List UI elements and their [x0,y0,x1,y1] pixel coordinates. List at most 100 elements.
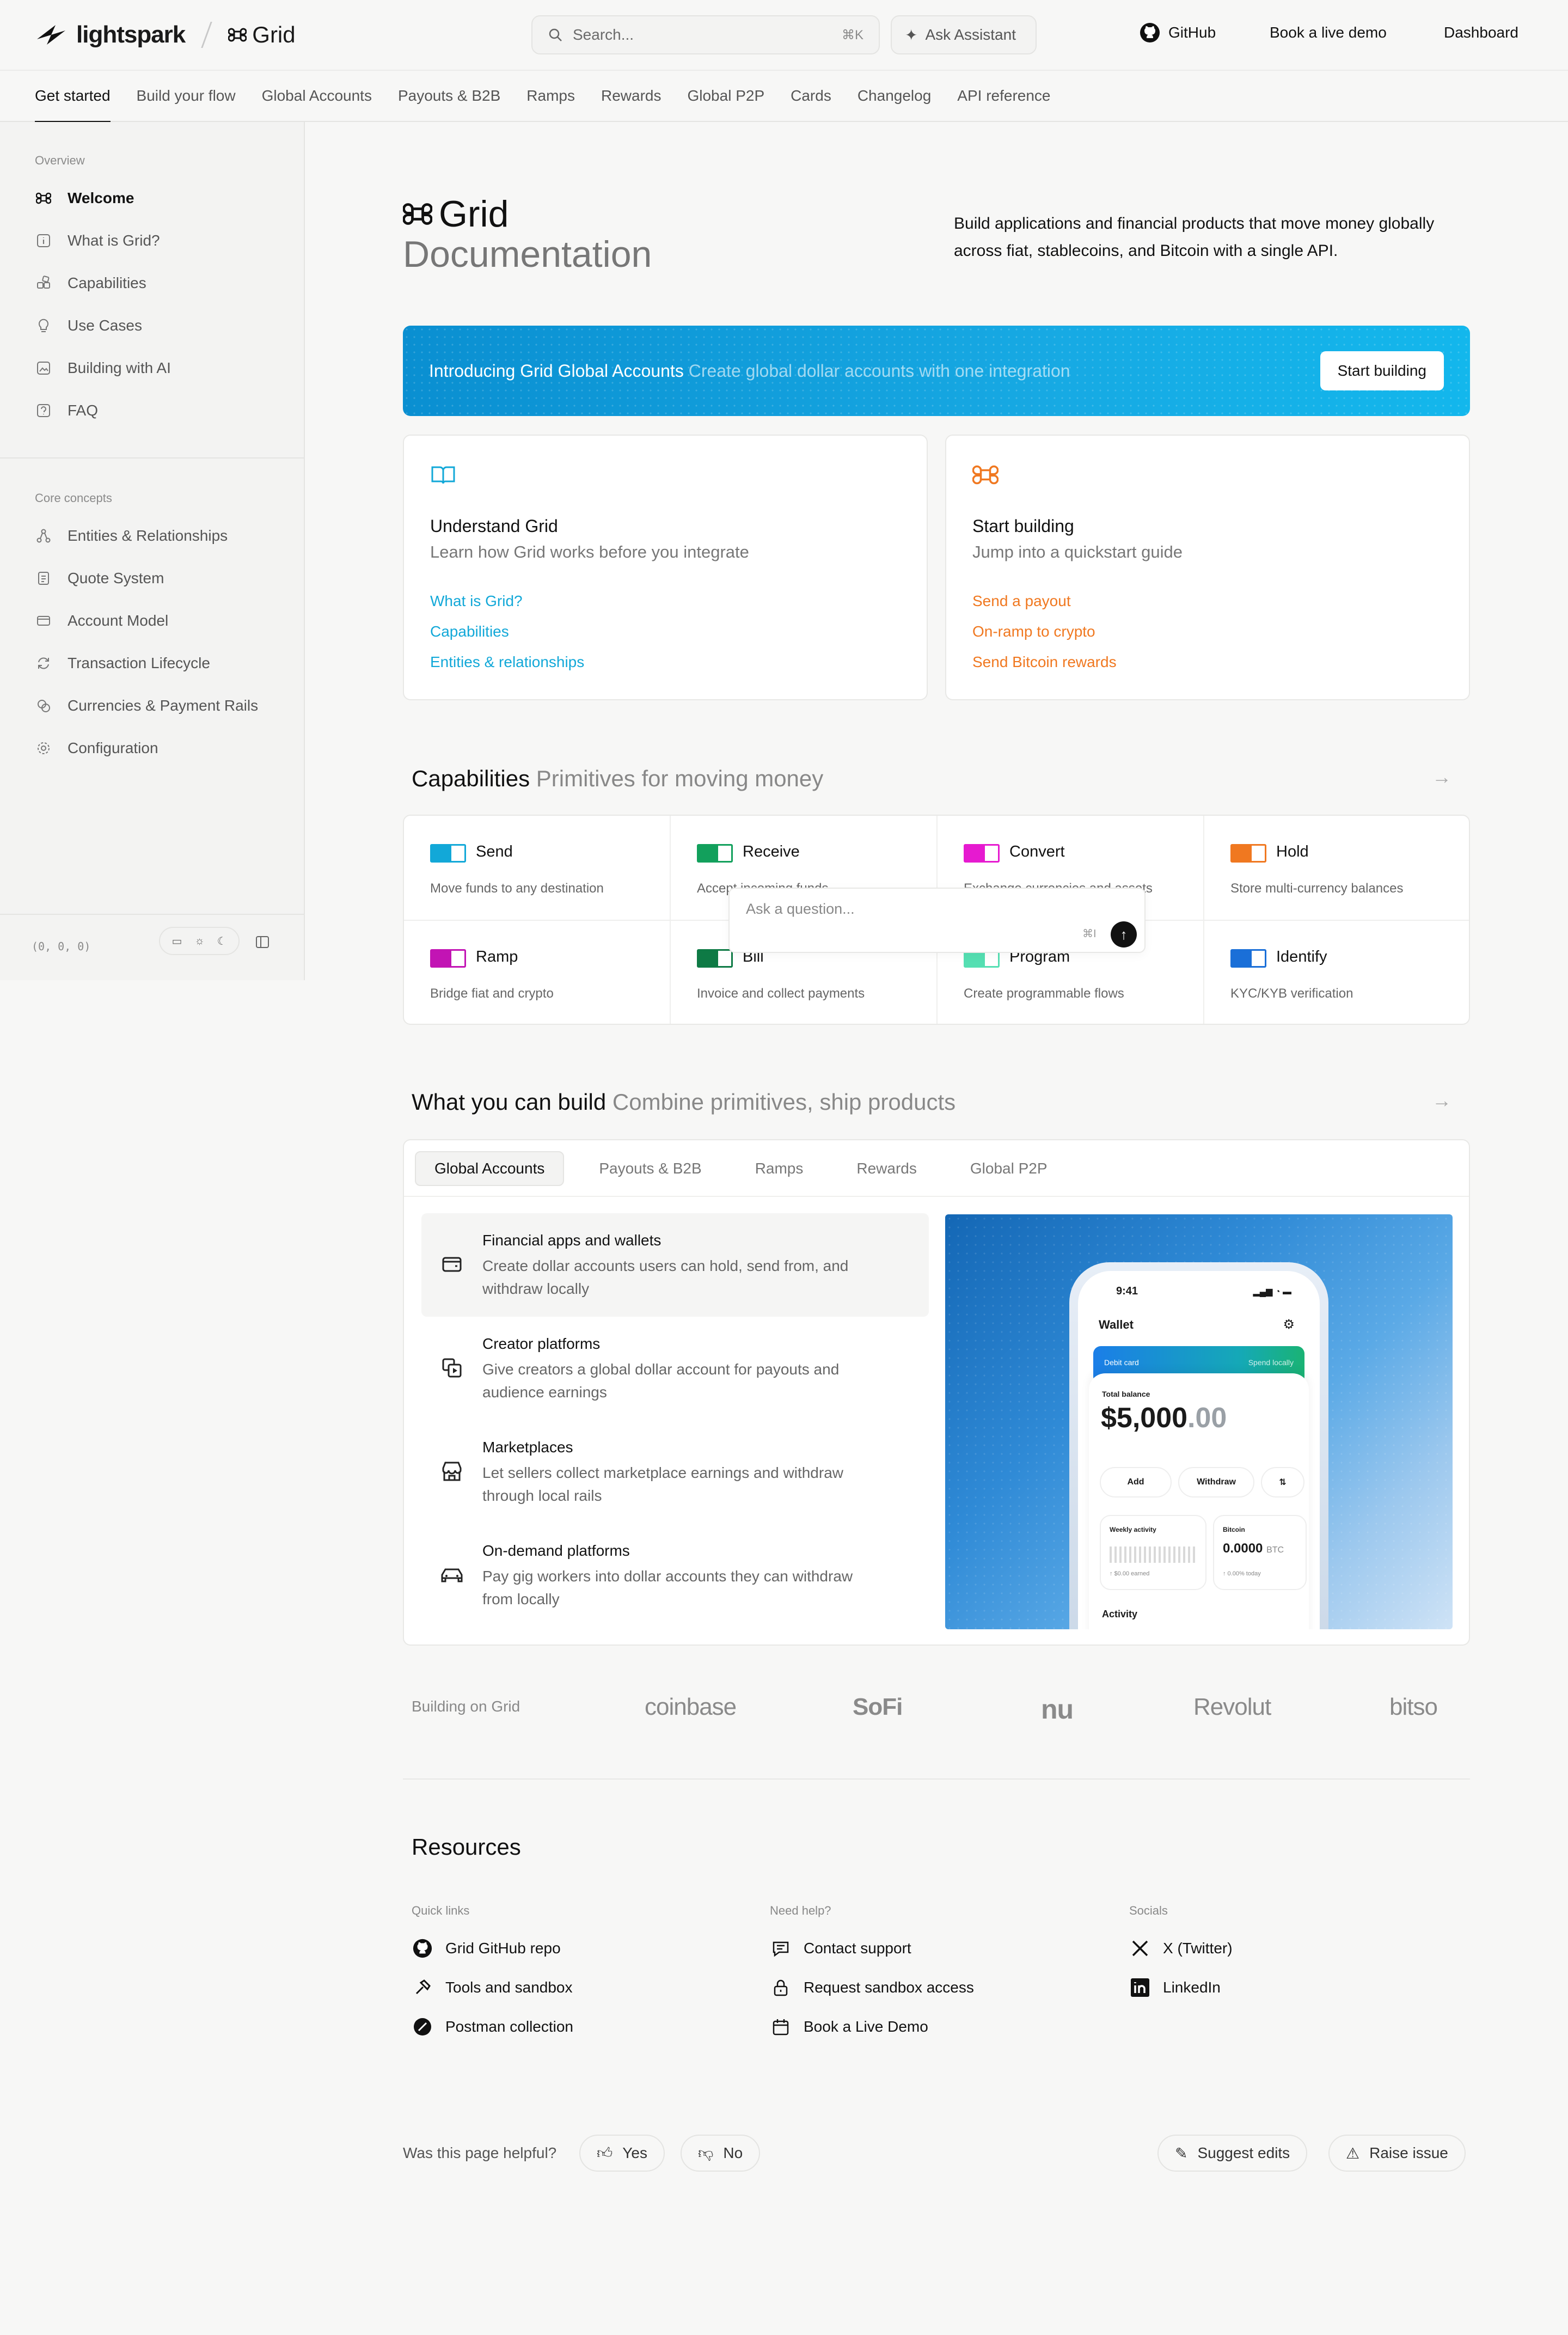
use-case-title: Marketplaces [482,1439,573,1456]
tab-build-your-flow[interactable]: Build your flow [137,70,236,122]
sandbox-access-link[interactable]: Request sandbox access [770,1977,974,1998]
send-arrow-icon[interactable]: ↑ [1111,921,1137,948]
search-input[interactable]: Search... ⌘K [531,15,880,54]
use-case-marketplaces[interactable]: Marketplaces Let sellers collect marketp… [421,1420,929,1524]
tab-api-reference[interactable]: API reference [957,70,1050,122]
link-send-payout[interactable]: Send a payout [972,592,1071,610]
ask-question-widget[interactable]: Ask a question... ⌘I ↑ [728,888,1146,953]
arrow-right-icon[interactable]: → [1432,766,1451,788]
capability-ramp[interactable]: Ramp Bridge fiat and crypto [404,921,671,1024]
tab-global-p2p[interactable]: Global P2P [687,70,764,122]
sidebar-item-welcome[interactable]: Welcome [35,190,134,207]
contact-support-link[interactable]: Contact support [770,1937,911,1959]
x-logo-icon [1129,1937,1151,1959]
sidebar-item-label: Entities & Relationships [68,527,228,544]
ask-assistant-button[interactable]: ✦ Ask Assistant [891,15,1037,54]
capability-desc: Move funds to any destination [430,881,604,896]
start-building-card: Start building Jump into a quickstart gu… [945,435,1470,700]
sidebar-item-building-with-ai[interactable]: Building with AI [35,359,171,377]
build-tab-global-p2p[interactable]: Global P2P [952,1152,1066,1185]
capability-swatch-icon [964,844,1000,863]
hero-description: Build applications and financial product… [954,215,1435,260]
build-tab-rewards[interactable]: Rewards [838,1152,935,1185]
build-tab-global-accounts[interactable]: Global Accounts [415,1151,565,1186]
lock-icon [770,1977,792,1998]
sidebar-item-quote-system[interactable]: Quote System [35,570,164,587]
sidebar-item-transaction-lifecycle[interactable]: Transaction Lifecycle [35,655,210,672]
phone-screen: 9:41 ▂▄▆ ◔ ▬ Wallet ⚙ Debit card Spend l… [1078,1271,1320,1629]
use-case-on-demand[interactable]: On-demand platforms Pay gig workers into… [421,1524,929,1627]
top-tabs: Get started Build your flow Global Accou… [0,70,1568,123]
linkedin-link[interactable]: LinkedIn [1129,1977,1221,1998]
capabilities-heading: Capabilities Primitives for moving money [412,766,823,792]
capability-desc: KYC/KYB verification [1230,986,1353,1001]
build-tab-payouts[interactable]: Payouts & B2B [580,1152,720,1185]
github-link[interactable]: GitHub [1139,22,1216,44]
link-label: Grid GitHub repo [445,1940,561,1957]
link-label: Contact support [804,1940,911,1957]
btc-value: 0.0000 BTC [1223,1541,1284,1556]
link-on-ramp[interactable]: On-ramp to crypto [972,623,1095,640]
capability-hold[interactable]: Hold Store multi-currency balances [1204,816,1469,921]
raise-issue-button[interactable]: ⚠ Raise issue [1328,2135,1466,2172]
grid-command-icon [228,28,247,42]
tab-ramps[interactable]: Ramps [526,70,575,122]
tab-rewards[interactable]: Rewards [601,70,661,122]
sidebar-item-account-model[interactable]: Account Model [35,612,168,629]
tab-changelog[interactable]: Changelog [857,70,931,122]
use-case-financial-apps[interactable]: Financial apps and wallets Create dollar… [421,1213,929,1317]
tab-get-started[interactable]: Get started [35,70,111,123]
sidebar-item-currencies[interactable]: Currencies & Payment Rails [35,697,258,714]
sidebar-item-configuration[interactable]: Configuration [35,739,158,757]
tools-sandbox-link[interactable]: Tools and sandbox [412,1977,573,1998]
link-bitcoin-rewards[interactable]: Send Bitcoin rewards [972,653,1117,671]
theme-switcher[interactable]: ▭ ☼ ☾ [159,927,240,955]
moon-icon[interactable]: ☾ [217,934,227,948]
capability-swatch-icon [697,949,733,968]
sidebar-collapse-button[interactable] [252,931,273,953]
feedback-question: Was this page helpful? [403,2144,557,2161]
link-entities-relationships[interactable]: Entities & relationships [430,653,584,671]
feedback-no-button[interactable]: 👎︎ No [681,2135,761,2172]
twitter-link[interactable]: X (Twitter) [1129,1937,1233,1959]
book-live-demo-link[interactable]: Book a Live Demo [770,2016,928,2038]
sun-icon[interactable]: ☼ [194,935,204,948]
sidebar: Overview Welcome What is Grid? Capabilit… [0,122,305,980]
arrow-right-icon[interactable]: → [1432,1089,1451,1112]
book-demo-link[interactable]: Book a live demo [1270,24,1387,41]
sidebar-item-use-cases[interactable]: Use Cases [35,317,142,334]
link-label: X (Twitter) [1163,1940,1233,1957]
github-repo-link[interactable]: Grid GitHub repo [412,1937,561,1959]
tab-cards[interactable]: Cards [791,70,831,122]
banner-start-building-button[interactable]: Start building [1320,351,1444,390]
sidebar-item-faq[interactable]: FAQ [35,402,98,419]
postman-link[interactable]: Postman collection [412,2016,573,2038]
tab-payouts-b2b[interactable]: Payouts & B2B [398,70,500,122]
link-capabilities[interactable]: Capabilities [430,623,509,640]
capability-name: Receive [743,843,800,860]
yes-label: Yes [622,2144,647,2161]
capability-identify[interactable]: Identify KYC/KYB verification [1204,921,1469,1024]
feedback-yes-button[interactable]: 👍︎ Yes [579,2135,665,2172]
weekly-label: Weekly activity [1110,1526,1156,1533]
suggest-edits-button[interactable]: ✎ Suggest edits [1157,2135,1308,2172]
sidebar-item-entities[interactable]: Entities & Relationships [35,527,228,545]
partner-logos: Building on Grid coinbase SoFi nu Revolu… [412,1694,1470,1725]
capability-send[interactable]: Send Move funds to any destination [404,816,671,921]
sidebar-item-what-is-grid[interactable]: What is Grid? [35,232,160,249]
capability-name: Identify [1276,948,1327,965]
dashboard-link[interactable]: Dashboard [1444,24,1518,41]
linkedin-icon [1129,1977,1151,1998]
phone-add-button: Add [1100,1467,1172,1497]
sidebar-item-capabilities[interactable]: Capabilities [35,274,146,292]
logo[interactable]: lightspark Grid [35,21,296,48]
tab-global-accounts[interactable]: Global Accounts [262,70,372,122]
build-tab-ramps[interactable]: Ramps [737,1152,822,1185]
link-what-is-grid[interactable]: What is Grid? [430,592,523,610]
phone-withdraw-button: Withdraw [1178,1467,1254,1497]
warning-icon: ⚠ [1346,2144,1360,2162]
monitor-icon[interactable]: ▭ [171,934,182,948]
use-case-creator-platforms[interactable]: Creator platforms Give creators a global… [421,1317,929,1420]
activity-label: Activity [1102,1609,1138,1619]
book-icon [431,466,455,484]
